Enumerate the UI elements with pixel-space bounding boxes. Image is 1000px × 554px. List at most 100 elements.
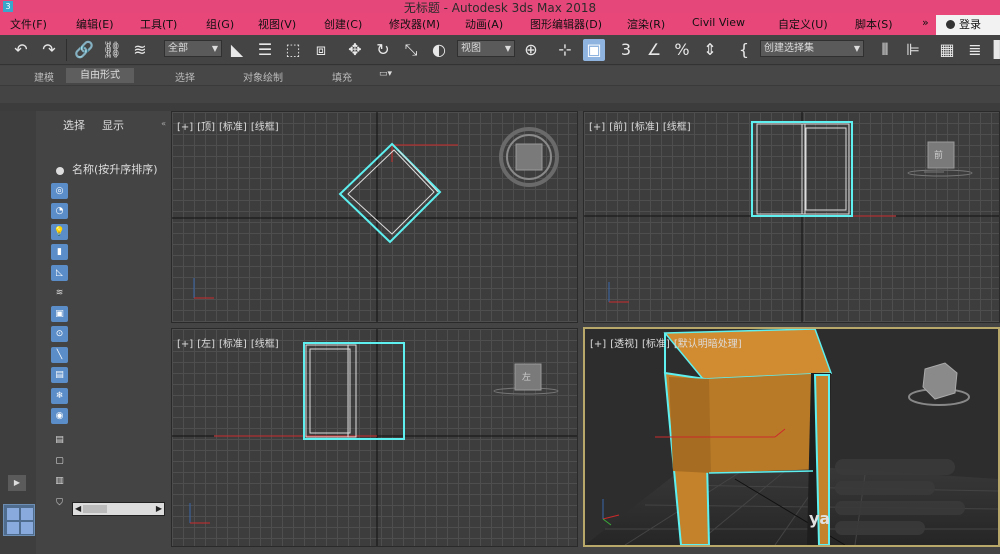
viewport-left-label[interactable]: [+] [左] [标准] [线框] — [177, 335, 283, 350]
viewport-pov-label[interactable]: [顶] — [197, 122, 215, 133]
tab-selection[interactable]: 选择 — [175, 69, 195, 84]
align-icon[interactable]: ⊫ — [902, 39, 924, 61]
rotate-icon[interactable]: ↻ — [372, 39, 394, 61]
layer-explorer-icon[interactable]: ▦ — [936, 39, 958, 61]
viewport-perspective[interactable]: [+] [透视] [标准] [默认明暗处理] ya — [583, 327, 1000, 547]
move-icon[interactable]: ✥ — [344, 39, 366, 61]
menu-create[interactable]: 创建(C) — [324, 16, 362, 32]
edit-named-selection-icon[interactable]: { — [733, 39, 755, 61]
undo-icon[interactable]: ↶ — [10, 39, 32, 61]
menu-file[interactable]: 文件(F) — [10, 16, 47, 32]
select-manipulate-icon[interactable]: ⊹ — [554, 39, 576, 61]
collapse-icon[interactable]: « — [161, 119, 166, 128]
expand-icon[interactable]: ▶ — [8, 475, 26, 491]
viewport-shading-std-label[interactable]: [标准] — [642, 339, 670, 350]
snap-3d-icon[interactable]: 3 — [615, 39, 637, 61]
pivot-center-icon[interactable]: ⊕ — [520, 39, 542, 61]
viewport-top-label[interactable]: [+] [顶] [标准] [线框] — [177, 118, 283, 133]
list-b-icon[interactable]: ▢ — [51, 453, 68, 469]
list-a-icon[interactable]: ▤ — [51, 432, 68, 448]
group-filter-icon[interactable]: ▣ — [51, 306, 68, 322]
geometry-filter-icon[interactable]: ◎ — [51, 183, 68, 199]
horizontal-scrollbar[interactable]: ◀ ▶ — [72, 502, 165, 516]
menu-rendering[interactable]: 渲染(R) — [627, 16, 665, 32]
viewport-shading-label[interactable]: [默认明暗处理] — [674, 339, 742, 350]
viewport-pov-label[interactable]: [透视] — [610, 339, 638, 350]
menu-scripting[interactable]: 脚本(S) — [855, 16, 893, 32]
viewport-menu-plus[interactable]: [+] — [589, 122, 605, 133]
viewport-left[interactable]: [+] [左] [标准] [线框] 左 — [171, 328, 578, 547]
viewport-menu-plus[interactable]: [+] — [590, 339, 606, 350]
light-filter-icon[interactable]: 💡 — [51, 224, 68, 240]
mirror-icon[interactable]: ⫴ — [874, 39, 896, 61]
keyboard-shortcut-override-icon[interactable]: ▣ — [583, 39, 605, 61]
viewport-shading-label[interactable]: [线框] — [251, 339, 279, 350]
tab-select[interactable]: 选择 — [63, 117, 85, 133]
bind-spacewarp-icon[interactable]: ≋ — [129, 39, 151, 61]
viewport-layout-button[interactable] — [3, 504, 35, 536]
viewport-menu-plus[interactable]: [+] — [177, 122, 193, 133]
viewport-shading-std-label[interactable]: [标准] — [631, 122, 659, 133]
ribbon-options-icon[interactable]: ▭▾ — [379, 69, 392, 79]
menu-group[interactable]: 组(G) — [206, 16, 234, 32]
tab-modeling[interactable]: 建模 — [34, 69, 54, 84]
filter-funnel-icon[interactable]: ⛉ — [51, 495, 68, 511]
hidden-filter-icon[interactable]: ◉ — [51, 408, 68, 424]
menu-tools[interactable]: 工具(T) — [140, 16, 177, 32]
menu-civil-view[interactable]: Civil View — [692, 16, 745, 29]
select-object-icon[interactable]: ◣ — [226, 39, 248, 61]
menu-overflow-icon[interactable]: » — [922, 16, 929, 29]
menu-edit[interactable]: 编辑(E) — [76, 16, 114, 32]
toggle-ribbon-icon[interactable]: ≣ — [964, 39, 986, 61]
viewport-pov-label[interactable]: [左] — [197, 339, 215, 350]
xref-filter-icon[interactable]: ⊙ — [51, 326, 68, 342]
more-toolbar-icon[interactable]: ▌ — [989, 39, 1000, 61]
bone-filter-icon[interactable]: ╲ — [51, 347, 68, 363]
login-button[interactable]: 登录 — [936, 15, 1000, 35]
link-icon[interactable]: 🔗 — [73, 39, 95, 61]
tab-object-paint[interactable]: 对象绘制 — [243, 69, 283, 84]
scrollbar-thumb[interactable] — [83, 505, 107, 513]
menu-graph-editors[interactable]: 图形编辑器(D) — [530, 16, 602, 32]
viewcube-face-left[interactable]: 左 — [522, 370, 531, 383]
named-selection-dropdown[interactable]: 创建选择集 ▼ — [760, 40, 864, 57]
viewport-shading-std-label[interactable]: [标准] — [219, 122, 247, 133]
camera-filter-icon[interactable]: ▮ — [51, 244, 68, 260]
shape-filter-icon[interactable]: ◔ — [51, 203, 68, 219]
tab-freeform[interactable]: 自由形式 — [66, 68, 134, 83]
placement-icon[interactable]: ◐ — [428, 39, 450, 61]
window-crossing-icon[interactable]: ⧈ — [310, 39, 332, 61]
select-by-name-icon[interactable]: ☰ — [254, 39, 276, 61]
menu-modifiers[interactable]: 修改器(M) — [389, 16, 440, 32]
viewport-top[interactable]: [+] [顶] [标准] [线框] — [171, 111, 578, 323]
selection-filter-dropdown[interactable]: 全部 ▼ — [164, 40, 222, 57]
percent-snap-icon[interactable]: % — [671, 39, 693, 61]
redo-icon[interactable]: ↷ — [38, 39, 60, 61]
tab-display[interactable]: 显示 — [102, 117, 124, 133]
scroll-left-icon[interactable]: ◀ — [75, 503, 81, 515]
menu-view[interactable]: 视图(V) — [258, 16, 296, 32]
menu-customize[interactable]: 自定义(U) — [778, 16, 828, 32]
menu-animation[interactable]: 动画(A) — [465, 16, 503, 32]
helper-filter-icon[interactable]: ◺ — [51, 265, 68, 281]
spinner-snap-icon[interactable]: ⇕ — [699, 39, 721, 61]
name-column-header[interactable]: 名称(按升序排序) — [72, 161, 158, 177]
unlink-icon[interactable]: ⛓ — [101, 39, 123, 61]
viewport-shading-label[interactable]: [线框] — [251, 122, 279, 133]
spacewarp-filter-icon[interactable]: ≋ — [51, 285, 68, 301]
viewport-pov-label[interactable]: [前] — [609, 122, 627, 133]
scale-icon[interactable]: ⤡ — [400, 39, 422, 61]
rectangular-selection-icon[interactable]: ⬚ — [282, 39, 304, 61]
particle-filter-icon[interactable]: ❄ — [51, 388, 68, 404]
viewport-shading-label[interactable]: [线框] — [663, 122, 691, 133]
reference-coordinate-dropdown[interactable]: 视图 ▼ — [457, 40, 515, 57]
viewport-perspective-label[interactable]: [+] [透视] [标准] [默认明暗处理] — [590, 335, 746, 350]
viewport-shading-std-label[interactable]: [标准] — [219, 339, 247, 350]
viewcube-face-front[interactable]: 前 — [934, 148, 943, 161]
tab-populate[interactable]: 填充 — [332, 69, 352, 84]
angle-snap-icon[interactable]: ∠ — [643, 39, 665, 61]
scroll-right-icon[interactable]: ▶ — [156, 503, 162, 515]
container-filter-icon[interactable]: ▤ — [51, 367, 68, 383]
viewport-front[interactable]: [+] [前] [标准] [线框] 前 — [583, 111, 1000, 323]
viewport-menu-plus[interactable]: [+] — [177, 339, 193, 350]
